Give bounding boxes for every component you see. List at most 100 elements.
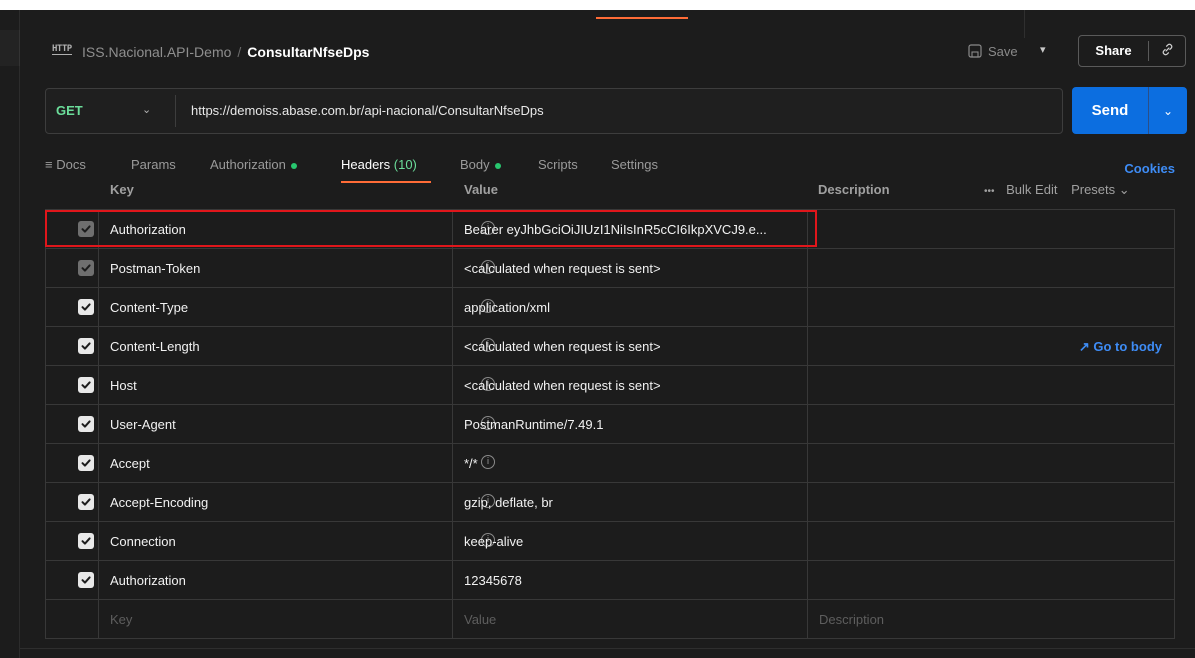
key-cell[interactable]: User-Agent i — [99, 405, 495, 443]
more-icon[interactable]: ••• — [984, 186, 995, 197]
header-value[interactable]: Bearer eyJhbGciOiJIUzI1NiIsInR5cCI6IkpXV… — [464, 222, 767, 237]
value-cell[interactable]: 12345678 — [453, 561, 808, 599]
description-cell[interactable] — [808, 522, 1175, 560]
value-cell[interactable]: PostmanRuntime/7.49.1 — [453, 405, 808, 443]
value-cell[interactable]: Bearer eyJhbGciOiJIUzI1NiIsInR5cCI6IkpXV… — [453, 210, 808, 248]
description-cell[interactable] — [808, 483, 1175, 521]
share-button[interactable]: Share — [1078, 35, 1186, 67]
active-tab-indicator — [596, 17, 688, 19]
header-key[interactable]: Postman-Token — [110, 261, 200, 276]
key-cell[interactable]: Host i — [99, 366, 495, 404]
header-value[interactable]: PostmanRuntime/7.49.1 — [464, 417, 603, 432]
value-cell[interactable]: <calculated when request is sent> — [453, 366, 808, 404]
description-cell[interactable] — [808, 561, 1175, 599]
tab-settings[interactable]: Settings — [611, 157, 658, 172]
header-key[interactable]: Connection — [110, 534, 176, 549]
link-icon[interactable] — [1149, 42, 1185, 60]
checkbox-cell — [46, 249, 99, 287]
header-key[interactable]: Content-Type — [110, 300, 188, 315]
value-cell[interactable]: <calculated when request is sent> — [453, 249, 808, 287]
save-button[interactable]: Save — [968, 38, 1018, 64]
key-cell[interactable]: Accept i — [99, 444, 495, 482]
chevron-down-icon[interactable]: ⌄ — [142, 103, 151, 116]
tab-params[interactable]: Params — [131, 157, 176, 172]
description-cell[interactable] — [808, 249, 1175, 287]
header-value[interactable]: keep-alive — [464, 534, 523, 549]
header-key[interactable]: Authorization — [110, 573, 186, 588]
description-cell[interactable] — [808, 444, 1175, 482]
bulk-edit-button[interactable]: Bulk Edit — [1006, 182, 1057, 197]
key-cell[interactable]: Content-Length i — [99, 327, 495, 365]
header-key[interactable]: Accept — [110, 456, 150, 471]
save-icon — [968, 44, 982, 58]
key-cell[interactable]: Postman-Token i — [99, 249, 495, 287]
description-cell[interactable] — [808, 288, 1175, 326]
key-cell[interactable]: Accept-Encoding i — [99, 483, 495, 521]
breadcrumb-request[interactable]: ConsultarNfseDps — [247, 44, 369, 60]
header-key[interactable]: Host — [110, 378, 137, 393]
key-cell[interactable]: Key — [99, 600, 453, 638]
description-cell[interactable] — [808, 405, 1175, 443]
header-key[interactable]: User-Agent — [110, 417, 176, 432]
header-value[interactable]: <calculated when request is sent> — [464, 261, 661, 276]
tab-scripts[interactable]: Scripts — [538, 157, 578, 172]
description-input[interactable]: Description — [819, 612, 884, 627]
request-header: HTTP ISS.Nacional.API-Demo / ConsultarNfse… — [20, 30, 1195, 74]
header-value[interactable]: <calculated when request is sent> — [464, 378, 661, 393]
value-input[interactable]: Value — [464, 612, 496, 627]
description-cell[interactable]: Description — [808, 600, 1175, 638]
header-enabled-checkbox[interactable] — [78, 221, 94, 237]
tab-headers[interactable]: Headers (10) — [341, 157, 417, 172]
presets-button[interactable]: Presets ⌄ — [1071, 182, 1130, 197]
value-cell[interactable]: */* — [453, 444, 808, 482]
header-enabled-checkbox[interactable] — [78, 455, 94, 471]
header-key[interactable]: Content-Length — [110, 339, 200, 354]
header-enabled-checkbox[interactable] — [78, 494, 94, 510]
header-enabled-checkbox[interactable] — [78, 416, 94, 432]
tab-docs[interactable]: ≡ Docs — [45, 157, 86, 172]
key-cell[interactable]: Authorization i — [99, 210, 495, 248]
breadcrumb: ISS.Nacional.API-Demo / ConsultarNfseDps — [82, 44, 369, 60]
checkbox-cell — [46, 483, 99, 521]
value-cell[interactable]: gzip, deflate, br — [453, 483, 808, 521]
key-cell[interactable]: Authorization — [99, 561, 453, 599]
value-cell[interactable]: application/xml — [453, 288, 808, 326]
send-label: Send — [1091, 102, 1129, 119]
tab-docs-label: Docs — [56, 157, 86, 172]
header-enabled-checkbox[interactable] — [78, 299, 94, 315]
key-input[interactable]: Key — [110, 612, 132, 627]
send-button[interactable]: Send ⌄ — [1072, 87, 1187, 134]
key-cell[interactable]: Content-Type i — [99, 288, 495, 326]
description-cell[interactable] — [808, 366, 1175, 404]
url-input[interactable]: https://demoiss.abase.com.br/api-naciona… — [191, 103, 544, 118]
new-header-row: Key Value Description — [46, 600, 1175, 639]
tab-body[interactable]: Body — [460, 157, 501, 172]
key-cell[interactable]: Connection i — [99, 522, 495, 560]
value-cell[interactable]: keep-alive — [453, 522, 808, 560]
header-enabled-checkbox[interactable] — [78, 260, 94, 276]
chevron-down-icon[interactable]: ⌄ — [1149, 104, 1187, 118]
header-key[interactable]: Authorization — [110, 222, 186, 237]
header-value[interactable]: <calculated when request is sent> — [464, 339, 661, 354]
header-enabled-checkbox[interactable] — [78, 572, 94, 588]
breadcrumb-collection[interactable]: ISS.Nacional.API-Demo — [82, 44, 231, 60]
description-cell[interactable] — [808, 210, 1175, 248]
header-value[interactable]: 12345678 — [464, 573, 522, 588]
tab-authorization[interactable]: Authorization — [210, 157, 297, 172]
cookies-link[interactable]: Cookies — [1124, 161, 1175, 176]
description-cell[interactable]: ↗ Go to body — [808, 327, 1175, 365]
header-value[interactable]: gzip, deflate, br — [464, 495, 553, 510]
header-value[interactable]: */* — [464, 456, 478, 471]
header-enabled-checkbox[interactable] — [78, 377, 94, 393]
header-enabled-checkbox[interactable] — [78, 533, 94, 549]
method-select[interactable]: GET — [56, 103, 83, 118]
value-cell[interactable]: Value — [453, 600, 808, 638]
go-to-body-link[interactable]: ↗ Go to body — [1079, 339, 1162, 355]
header-enabled-checkbox[interactable] — [78, 338, 94, 354]
tab-headers-label: Headers — [341, 157, 391, 172]
value-cell[interactable]: <calculated when request is sent> — [453, 327, 808, 365]
header-key[interactable]: Accept-Encoding — [110, 495, 208, 510]
header-value[interactable]: application/xml — [464, 300, 550, 315]
chevron-down-icon[interactable]: ▾ — [1040, 43, 1046, 56]
left-gutter — [0, 10, 20, 658]
